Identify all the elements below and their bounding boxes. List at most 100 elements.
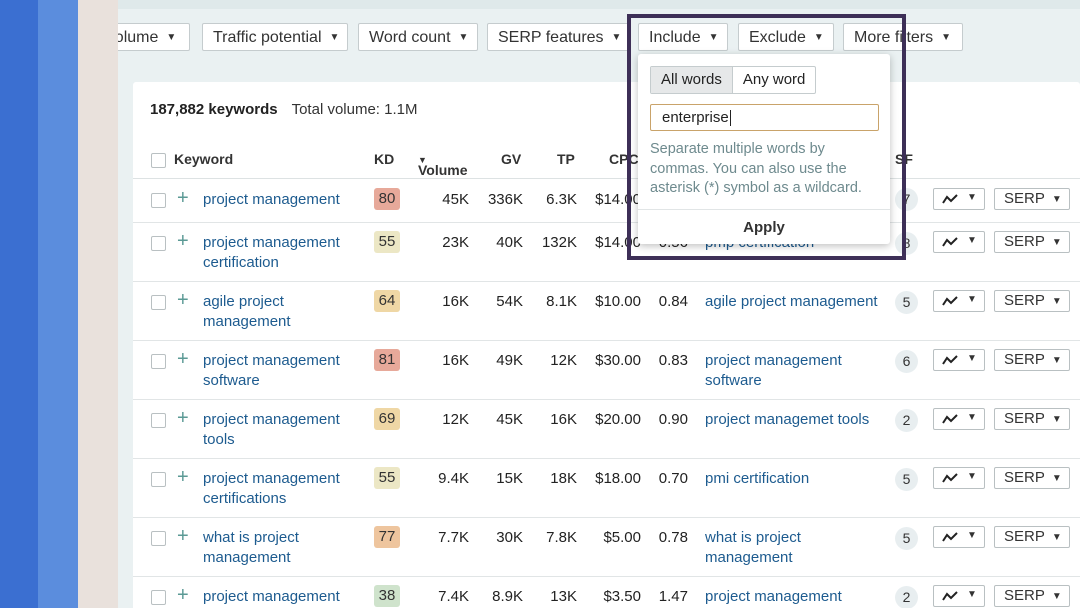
serp-button-label: SERP [1004,351,1045,368]
traffic-potential-filter-button[interactable]: Traffic potential ▼ [202,23,348,51]
caret-down-icon: ▼ [941,32,952,43]
tp-value: 13K [550,588,577,605]
trend-icon [942,296,958,306]
kd-badge: 80 [374,188,400,210]
row-checkbox[interactable] [151,531,166,546]
serp-button[interactable]: SERP ▼ [994,231,1070,253]
serp-features-count[interactable]: 5 [895,468,918,491]
trend-button[interactable]: ▼ [933,290,985,312]
row-checkbox[interactable] [151,193,166,208]
serp-button[interactable]: SERP ▼ [994,349,1070,371]
row-checkbox[interactable] [151,236,166,251]
results-summary: 187,882 keywords Total volume: 1.1M [150,101,417,118]
plus-icon[interactable]: + [177,467,189,487]
tp-value: 132K [541,234,577,251]
keyword-link[interactable]: project management tools [203,410,363,450]
volume-value: 9.4K [438,470,469,487]
plus-icon[interactable]: + [177,188,189,208]
serp-button[interactable]: SERP ▼ [994,188,1070,210]
serp-features-count[interactable]: 6 [895,350,918,373]
trend-button[interactable]: ▼ [933,585,985,607]
word-count-filter-button[interactable]: Word count ▼ [358,23,478,51]
table-row: + agile project management 64 16K 54K 8.… [133,281,1080,341]
parent-topic-link[interactable]: pmi certification [705,469,885,489]
parent-topic-link[interactable]: agile project management [705,292,885,312]
parent-topic-link[interactable]: project management software [705,351,885,391]
row-checkbox[interactable] [151,472,166,487]
volume-value: 16K [442,293,469,310]
serp-features-count[interactable]: 2 [895,586,918,608]
header-volume[interactable]: Volume ▼ [418,151,468,178]
parent-topic-link[interactable]: project managemet tools [705,410,885,430]
parent-topic-link[interactable]: project management [705,587,885,607]
serp-button[interactable]: SERP ▼ [994,526,1070,548]
select-all-checkbox[interactable] [151,153,166,168]
serp-button[interactable]: SERP ▼ [994,467,1070,489]
highlight-frame [627,14,906,260]
cpc-value: $5.00 [603,529,641,546]
plus-icon[interactable]: + [177,349,189,369]
caret-down-icon: ▼ [1051,591,1062,602]
plus-icon[interactable]: + [177,526,189,546]
keyword-link[interactable]: agile project management [203,292,363,332]
serp-features-filter-button[interactable]: SERP features ▼ [487,23,629,51]
parent-topic-link[interactable]: what is project management [705,528,885,568]
tp-value: 6.3K [546,191,577,208]
word-count-filter-label: Word count [369,29,451,46]
trend-button[interactable]: ▼ [933,467,985,489]
trend-button[interactable]: ▼ [933,188,985,210]
row-checkbox[interactable] [151,590,166,605]
serp-features-count[interactable]: 5 [895,527,918,550]
cps-value: 0.84 [658,293,688,310]
header-kd[interactable]: KD [374,151,394,167]
plus-icon[interactable]: + [177,408,189,428]
caret-down-icon: ▼ [967,235,977,246]
header-gv[interactable]: GV [501,151,521,167]
plus-icon[interactable]: + [177,231,189,251]
cpc-value: $18.00 [595,470,641,487]
plus-icon[interactable]: + [177,585,189,605]
row-checkbox[interactable] [151,295,166,310]
cpc-value: $30.00 [595,352,641,369]
volume-value: 16K [442,352,469,369]
background-stripe-beige [78,0,118,608]
caret-down-icon: ▼ [967,471,977,482]
total-volume: Total volume: 1.1M [291,101,418,118]
kd-badge: 81 [374,349,400,371]
top-bar [118,0,1080,9]
header-keyword[interactable]: Keyword [174,151,233,167]
cps-value: 0.83 [658,352,688,369]
trend-button[interactable]: ▼ [933,408,985,430]
kd-badge: 55 [374,467,400,489]
serp-button[interactable]: SERP ▼ [994,290,1070,312]
trend-button[interactable]: ▼ [933,349,985,371]
serp-features-count[interactable]: 2 [895,409,918,432]
keyword-link[interactable]: project management [203,587,363,607]
gv-value: 8.9K [492,588,523,605]
table-row: + what is project management 77 7.7K 30K… [133,517,1080,577]
table-row: + project management tools 69 12K 45K 16… [133,399,1080,459]
sort-desc-icon: ▼ [418,155,427,165]
keyword-link[interactable]: project management software [203,351,363,391]
serp-button[interactable]: SERP ▼ [994,585,1070,607]
caret-down-icon: ▼ [1051,414,1062,425]
volume-value: 45K [442,191,469,208]
keyword-link[interactable]: project management certification [203,233,363,273]
serp-button-label: SERP [1004,410,1045,427]
keyword-link[interactable]: project management [203,190,363,210]
trend-button[interactable]: ▼ [933,231,985,253]
header-tp[interactable]: TP [557,151,575,167]
row-checkbox[interactable] [151,354,166,369]
serp-button-label: SERP [1004,587,1045,604]
serp-features-count[interactable]: 5 [895,291,918,314]
volume-filter-button[interactable]: Volume ▼ [118,23,190,51]
serp-button[interactable]: SERP ▼ [994,408,1070,430]
plus-icon[interactable]: + [177,290,189,310]
keyword-link[interactable]: what is project management [203,528,363,568]
row-checkbox[interactable] [151,413,166,428]
keyword-link[interactable]: project management certifications [203,469,363,509]
caret-down-icon: ▼ [1051,473,1062,484]
trend-icon [942,414,958,424]
trend-icon [942,237,958,247]
trend-button[interactable]: ▼ [933,526,985,548]
